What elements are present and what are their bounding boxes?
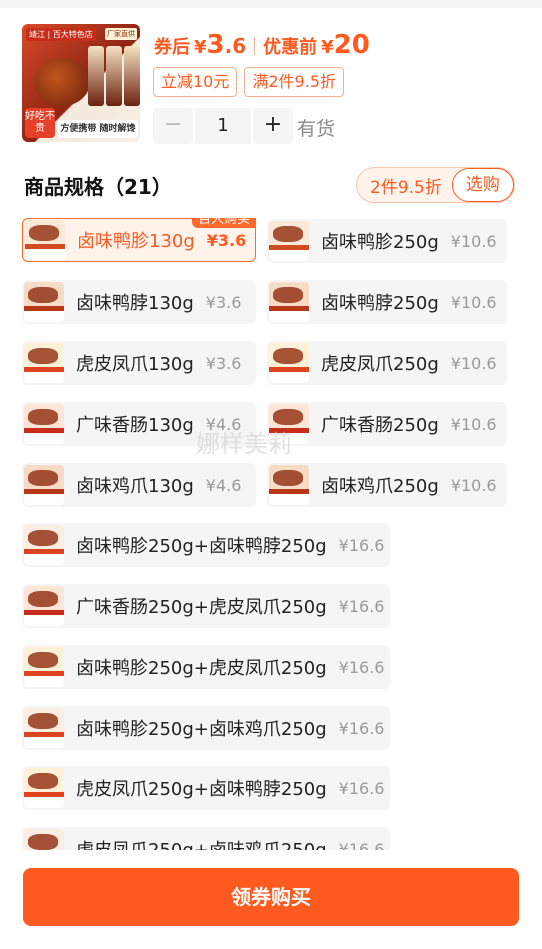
spec-name: 卤味鸭胗250g <box>321 232 439 253</box>
package-illustration <box>124 46 140 106</box>
spec-option[interactable]: 卤味鸭胗250g+卤味鸡爪250g ¥16.6 <box>22 706 390 750</box>
spec-option[interactable]: 卤味鸡爪250g ¥10.6 <box>267 463 507 507</box>
spec-option[interactable]: 广味香肠250g ¥10.6 <box>267 402 507 446</box>
product-image[interactable]: 靖江 | 百大特色店 厂家直供 好吃不贵 方便携带 随时解馋 <box>22 24 140 142</box>
spec-price: ¥10.6 <box>450 414 497 434</box>
spec-name: 广味香肠130g <box>76 415 194 436</box>
spec-name: 虎皮凤爪250g+卤味鸡爪250g <box>76 836 327 850</box>
decrease-button[interactable]: − <box>153 108 193 144</box>
after-coupon-label: 券后 <box>154 37 190 58</box>
spec-option[interactable]: 虎皮凤爪250g+卤味鸭脖250g ¥16.6 <box>22 766 390 810</box>
promo-text: 2件9.5折 <box>370 177 442 198</box>
image-factory-tag: 厂家直供 <box>105 28 137 40</box>
spec-name: 卤味鸭胗250g+卤味鸭脖250g <box>76 536 327 557</box>
spec-price: ¥3.6 <box>205 353 242 373</box>
before-discount-price: 20 <box>333 30 370 60</box>
spec-thumbnail <box>24 586 64 626</box>
spec-name: 卤味鸡爪130g <box>76 476 194 497</box>
spec-thumbnail <box>269 404 309 444</box>
coupon-list: 立减10元 满2件9.5折 <box>153 67 345 97</box>
spec-name: 卤味鸭胗130g <box>77 231 195 252</box>
after-coupon-price-int: 3 <box>206 30 225 60</box>
spec-price: ¥3.6 <box>205 292 242 312</box>
spec-price: ¥3.6 <box>206 230 247 250</box>
spec-price: ¥4.6 <box>205 475 242 495</box>
currency-symbol: ¥ <box>321 37 334 58</box>
spec-name: 卤味鸭胗250g+虎皮凤爪250g <box>76 658 327 679</box>
spec-thumbnail <box>24 465 64 505</box>
spec-option[interactable]: 卤味鸭胗250g ¥10.6 <box>267 219 507 263</box>
package-illustration <box>88 46 104 106</box>
spec-option[interactable]: 卤味鸭脖250g ¥10.6 <box>267 280 507 324</box>
spec-thumbnail <box>269 465 309 505</box>
spec-price: ¥16.6 <box>338 778 385 798</box>
currency-symbol: ¥ <box>194 37 207 58</box>
spec-option[interactable]: 卤味鸭胗130g ¥3.6 百人购买 <box>22 218 256 262</box>
spec-name: 虎皮凤爪130g <box>76 354 194 375</box>
spec-thumbnail <box>24 768 64 808</box>
quantity-stepper: − 1 + <box>153 108 293 144</box>
spec-name: 广味香肠250g+虎皮凤爪250g <box>76 597 327 618</box>
spec-price: ¥16.6 <box>338 535 385 555</box>
spec-promo-pill[interactable]: 2件9.5折 选购 <box>356 167 515 203</box>
spec-section-title: 商品规格（21） <box>24 175 172 199</box>
spec-price: ¥10.6 <box>450 231 497 251</box>
spec-thumbnail <box>269 221 309 261</box>
spec-option[interactable]: 虎皮凤爪130g ¥3.6 <box>22 341 256 385</box>
image-shop-tag: 靖江 | 百大特色店 <box>26 28 96 41</box>
image-badge: 好吃不贵 <box>25 108 55 138</box>
spec-option[interactable]: 广味香肠130g ¥4.6 <box>22 402 256 446</box>
coupon-tag[interactable]: 立减10元 <box>153 67 238 97</box>
spec-thumbnail <box>24 525 64 565</box>
spec-option[interactable]: 虎皮凤爪250g+卤味鸡爪250g ¥16.6 <box>22 827 390 850</box>
spec-thumbnail <box>25 220 65 260</box>
package-illustration <box>106 46 122 106</box>
spec-name: 卤味鸭脖250g <box>321 293 439 314</box>
spec-thumbnail <box>24 343 64 383</box>
spec-price: ¥10.6 <box>450 292 497 312</box>
select-purchase-button[interactable]: 选购 <box>451 168 514 202</box>
spec-thumbnail <box>24 282 64 322</box>
top-divider <box>0 0 542 8</box>
after-coupon-price-dec: .6 <box>224 34 247 58</box>
spec-option[interactable]: 广味香肠250g+虎皮凤爪250g ¥16.6 <box>22 584 390 628</box>
spec-price: ¥4.6 <box>205 414 242 434</box>
coupon-tag[interactable]: 满2件9.5折 <box>244 67 345 97</box>
spec-name: 卤味鸭胗250g+卤味鸡爪250g <box>76 719 327 740</box>
spec-option[interactable]: 卤味鸭胗250g+虎皮凤爪250g ¥16.6 <box>22 645 390 689</box>
spec-list[interactable]: 卤味鸭胗130g ¥3.6 百人购买 卤味鸭胗250g ¥10.6 卤味鸭脖13… <box>0 218 542 850</box>
spec-price: ¥16.6 <box>338 657 385 677</box>
spec-thumbnail <box>269 343 309 383</box>
spec-thumbnail <box>24 829 64 850</box>
spec-thumbnail <box>269 282 309 322</box>
image-slogan: 方便携带 随时解馋 <box>58 120 138 138</box>
price-divider <box>254 37 256 55</box>
spec-option[interactable]: 卤味鸭胗250g+卤味鸭脖250g ¥16.6 <box>22 523 390 567</box>
claim-coupon-buy-button[interactable]: 领券购买 <box>23 868 519 926</box>
before-discount-label: 优惠前 <box>263 37 318 58</box>
quantity-value[interactable]: 1 <box>195 108 251 144</box>
spec-price: ¥16.6 <box>338 596 385 616</box>
spec-price: ¥10.6 <box>450 475 497 495</box>
spec-price: ¥16.6 <box>338 839 385 851</box>
spec-name: 卤味鸭脖130g <box>76 293 194 314</box>
spec-price: ¥16.6 <box>338 718 385 738</box>
price-row: 券后 ¥ 3 .6 优惠前 ¥ 20 <box>154 30 370 62</box>
spec-thumbnail <box>24 647 64 687</box>
spec-name: 广味香肠250g <box>321 415 439 436</box>
spec-name: 虎皮凤爪250g+卤味鸭脖250g <box>76 779 327 800</box>
spec-thumbnail <box>24 404 64 444</box>
spec-name: 卤味鸡爪250g <box>321 476 439 497</box>
spec-option[interactable]: 卤味鸡爪130g ¥4.6 <box>22 463 256 507</box>
increase-button[interactable]: + <box>253 108 293 144</box>
spec-name: 虎皮凤爪250g <box>321 354 439 375</box>
spec-option[interactable]: 虎皮凤爪250g ¥10.6 <box>267 341 507 385</box>
spec-price: ¥10.6 <box>450 353 497 373</box>
hot-tag: 百人购买 <box>191 218 256 228</box>
stock-status: 有货 <box>297 118 336 140</box>
spec-thumbnail <box>24 708 64 748</box>
food-illustration <box>34 58 90 106</box>
spec-option[interactable]: 卤味鸭脖130g ¥3.6 <box>22 280 256 324</box>
